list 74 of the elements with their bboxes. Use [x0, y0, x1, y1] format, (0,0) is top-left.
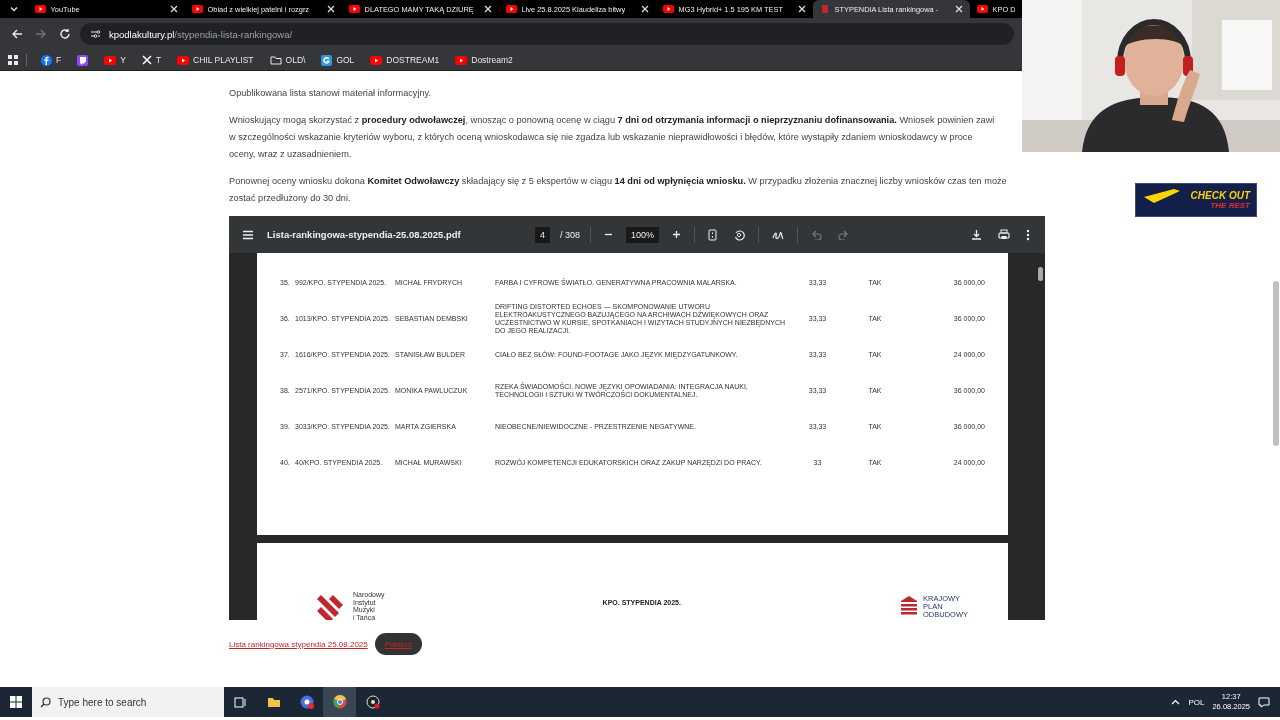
chevron-up-icon[interactable] [1171, 699, 1181, 705]
reload-icon [59, 28, 71, 40]
apps-grid-icon[interactable] [8, 55, 18, 65]
download-icon [971, 229, 982, 240]
banner-text: CHECK OUT [1190, 190, 1250, 201]
youtube-icon [662, 5, 674, 13]
youtube-icon[interactable] [455, 55, 468, 65]
site-info-icon[interactable] [90, 29, 101, 39]
undo-icon [811, 229, 823, 240]
facebook-icon[interactable] [41, 54, 52, 66]
bookmark[interactable]: CHIL PLAYLIST [171, 53, 260, 67]
scrollbar-thumb[interactable] [1038, 267, 1043, 281]
search-icon [40, 697, 51, 708]
bookmark[interactable]: Y [98, 53, 132, 67]
plan-logo-icon [899, 595, 919, 615]
twitch-icon[interactable] [77, 54, 89, 66]
task-view-icon [234, 696, 247, 708]
paragraph: Ponownej oceny wniosku dokona Komitet Odwoławczy składający się z 5 ekspertów w ciągu 14 dni od wpłynięcia wniosku. W przypadku złożenia znacznej liczby wniosków czas ten może zostać przedłużony do 30 dni. [229, 175, 1007, 205]
camera-app-icon [365, 695, 380, 709]
scrollbar-thumb[interactable] [1273, 281, 1279, 446]
page-icon [819, 4, 830, 14]
promo-banner[interactable]: CHECK OUT THE REST [1135, 183, 1257, 217]
forward-arrow-icon [35, 28, 47, 40]
fit-page-icon [708, 228, 718, 241]
youtube-icon [34, 5, 46, 13]
more-icon [1026, 228, 1030, 241]
dropdown-icon[interactable] [8, 4, 19, 14]
bookmark[interactable]: F [35, 52, 68, 68]
youtube-icon [976, 5, 988, 13]
bookmark[interactable]: GOL [315, 52, 361, 68]
language-indicator[interactable]: POL [1188, 697, 1205, 707]
youtube-icon[interactable] [370, 55, 383, 65]
plane-icon [1142, 187, 1182, 205]
browser-icon [332, 695, 347, 709]
redo-icon [838, 229, 850, 240]
youtube-icon [348, 5, 360, 13]
folder-icon [266, 696, 281, 708]
paragraph: Wnioskujący mogą skorzystać z procedury odwoławczej, wnosząc o ponowną ocenę w ciągu 7 dni od otrzymania informacji o nieprzyznaniu dofinansowania. Wniosek powinien zawi w szczególności wskazanie kryteriów wyboru, z których oceną wnioskodawca się nie zgadza lub wskazanie nieprawidłowości i błędów, które wystąpiły zdaniem wnioskodawcy w proce oceny, wraz z uzasadnieniem. [229, 114, 995, 161]
print-icon [998, 229, 1010, 240]
search-field[interactable]: Type here to search [32, 687, 224, 717]
youtube-icon[interactable] [104, 55, 117, 65]
paragraph: Opublikowana lista stanowi materiał informacyjny. [229, 87, 432, 100]
notification-icon[interactable] [1258, 696, 1270, 708]
close-icon[interactable] [169, 5, 178, 13]
close-icon[interactable] [797, 5, 806, 13]
bookmark[interactable]: DOSTREAM1 [364, 53, 446, 67]
menu-icon [242, 229, 254, 240]
page-count: / 308 [560, 229, 581, 240]
browser-button[interactable] [323, 687, 356, 717]
back-arrow-icon [11, 28, 23, 40]
file-name: Lista-rankingowa-stypendia-25.08.2025.pdf [267, 229, 462, 240]
banner-text: THE REST [1210, 201, 1250, 210]
youtube-icon [505, 5, 517, 13]
bookmark[interactable]: OLD\ [263, 53, 312, 67]
rotate-icon [733, 228, 746, 241]
zoom-field[interactable]: 100% [626, 226, 660, 243]
page-number-field[interactable]: 4 [535, 226, 550, 243]
close-icon[interactable] [954, 5, 963, 13]
youtube-icon [191, 5, 203, 13]
bookmark[interactable]: T [135, 53, 168, 67]
folder-icon[interactable] [269, 55, 282, 65]
download-link[interactable]: Lista rankingowa stypendia 25.08.2025 [229, 639, 368, 649]
bookmark[interactable]: Dostream2 [449, 53, 519, 67]
youtube-icon[interactable] [177, 55, 190, 65]
x-icon[interactable] [141, 55, 152, 65]
browser-icon [299, 695, 314, 709]
plus-icon [672, 230, 682, 239]
address-bar[interactable]: kpodlakultury.pl/stypendia-lista-rankingowa/ [80, 23, 1014, 45]
windows-start-icon[interactable] [10, 696, 22, 708]
url-text: kpodlakultury.pl/stypendia-lista-rankingowa/ [109, 28, 293, 40]
close-icon[interactable] [483, 5, 492, 13]
g-icon[interactable] [321, 54, 333, 66]
close-icon[interactable] [640, 5, 649, 13]
close-icon[interactable] [326, 5, 335, 13]
